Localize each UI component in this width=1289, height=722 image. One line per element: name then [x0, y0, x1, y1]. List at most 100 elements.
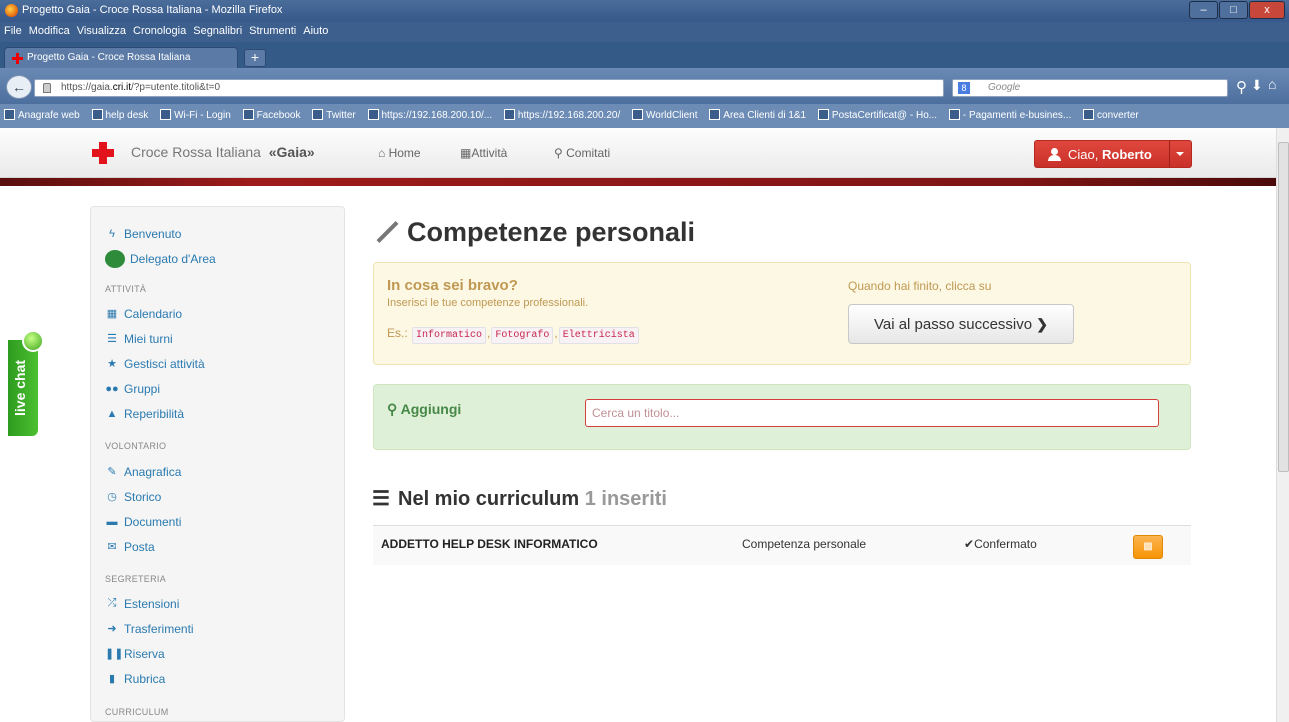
bookmark-help-desk[interactable]: help desk — [88, 104, 154, 121]
home-icon: ⌂ — [378, 146, 386, 160]
delegate-avatar-icon — [105, 249, 125, 268]
tab-label: Progetto Gaia - Croce Rossa Italiana — [27, 52, 191, 63]
bookmark-area-clienti[interactable]: Area Clienti di 1&1 — [705, 104, 811, 121]
nav-comitati[interactable]: ⚲ Comitati — [554, 146, 610, 160]
sidebar-item-delegato[interactable]: Delegato d'Area — [105, 246, 216, 271]
bookmark-label: https://192.168.200.10/... — [381, 110, 493, 121]
menu-bar: File Modifica Visualizza Cronologia Segnalib… — [0, 22, 1289, 42]
red-cross-logo[interactable] — [92, 142, 114, 164]
sidebar-item-calendario[interactable]: ▦ Calendario — [105, 301, 182, 326]
magic-wand-icon — [372, 218, 398, 244]
curriculum-title: Nel mio curriculum — [398, 488, 580, 510]
curriculum-heading: ☰ Nel mio curriculum 1 inseriti — [372, 486, 667, 511]
sidebar-item-miei-turni[interactable]: ☰ Miei turni — [105, 326, 173, 351]
bookmark-icon — [91, 109, 103, 120]
sidebar-item-benvenuto[interactable]: ϟ Benvenuto — [105, 221, 181, 246]
info-panel: In cosa sei bravo? Inserisci le tue comp… — [373, 262, 1191, 365]
maximize-button[interactable]: □ — [1219, 1, 1248, 19]
search-box[interactable]: 8 Google — [952, 79, 1228, 97]
close-button[interactable]: x — [1249, 1, 1285, 19]
live-chat-tab[interactable]: live chat — [8, 330, 44, 436]
bookmark-pagamenti[interactable]: - Pagamenti e-busines... — [945, 104, 1076, 121]
page-scrollbar[interactable] — [1276, 128, 1289, 722]
sidebar-item-documenti[interactable]: ▬ Documenti — [105, 509, 182, 534]
sidebar-item-anagrafica[interactable]: ✎ Anagrafica — [105, 459, 181, 484]
bookmark-wifi-login[interactable]: Wi-Fi - Login — [156, 104, 236, 121]
list-icon: ☰ — [372, 488, 390, 510]
sidebar-item-riserva[interactable]: ❚❚ Riserva — [105, 641, 165, 666]
sidebar-item-gruppi[interactable]: ●● Gruppi — [105, 376, 160, 401]
bookmark-192-20[interactable]: https://192.168.200.20/ — [500, 104, 625, 121]
delete-button[interactable]: ▩ — [1133, 535, 1163, 559]
menu-cronologia[interactable]: Cronologia — [129, 22, 189, 37]
live-chat-label: live chat — [12, 359, 28, 416]
site-brand[interactable]: Croce Rossa Italiana «Gaia» — [131, 144, 315, 160]
user-menu-button[interactable]: Ciao, Roberto — [1034, 140, 1192, 168]
sidebar-item-storico[interactable]: ◷ Storico — [105, 484, 161, 509]
menu-visualizza[interactable]: Visualizza — [73, 22, 129, 37]
sidebar-item-trasferimenti[interactable]: ➜ Trasferimenti — [105, 616, 193, 641]
tab-gaia[interactable]: Progetto Gaia - Croce Rossa Italiana — [4, 47, 238, 68]
search-icon[interactable]: ⚲ — [1236, 78, 1247, 96]
list-icon: ☰ — [107, 333, 117, 345]
scrollbar-thumb[interactable] — [1278, 142, 1289, 472]
menu-aiuto[interactable]: Aiuto — [299, 22, 331, 37]
pause-icon: ❚❚ — [105, 648, 124, 660]
menu-file[interactable]: File — [0, 22, 25, 37]
bookmark-label: Wi-Fi - Login — [174, 110, 231, 121]
map-marker-icon: ⚲ — [554, 146, 563, 160]
bookmark-label: converter — [1097, 110, 1139, 121]
back-button[interactable]: ← — [6, 75, 32, 99]
sidebar-item-rubrica[interactable]: ▮ Rubrica — [105, 666, 165, 691]
sidebar-item-label: Posta — [124, 539, 155, 554]
sidebar-item-estensioni[interactable]: ⤮ Estensioni — [105, 591, 180, 616]
example-tag: Fotografo — [491, 327, 554, 344]
bookmark-worldclient[interactable]: WorldClient — [628, 104, 703, 121]
home-icon[interactable]: ⌂ — [1268, 76, 1276, 92]
bookmark-facebook[interactable]: Facebook — [239, 104, 306, 121]
nav-attivita[interactable]: ▦Attività — [460, 146, 507, 160]
bookmark-icon — [4, 109, 15, 120]
menu-modifica[interactable]: Modifica — [25, 22, 73, 37]
calendar-icon: ▦ — [106, 308, 118, 320]
bookmark-posta-certificata[interactable]: PostaCertificat@ - Ho... — [814, 104, 942, 121]
menu-strumenti[interactable]: Strumenti — [245, 22, 299, 37]
sidebar-item-label: Miei turni — [124, 331, 173, 346]
sidebar-item-posta[interactable]: ✉ Posta — [105, 534, 155, 559]
sidebar-item-gestisci-attivita[interactable]: ★ Gestisci attività — [105, 351, 205, 376]
bookmark-icon — [160, 109, 172, 120]
bookmark-converter[interactable]: converter — [1079, 104, 1144, 121]
nav-comitati-label: Comitati — [566, 146, 611, 160]
bookmark-icon — [503, 109, 515, 120]
next-step-label: Vai al passo successivo — [873, 316, 1033, 333]
info-subtitle: Inserisci le tue competenze professional… — [387, 297, 589, 309]
sidebar-item-label: Gruppi — [124, 381, 161, 396]
title-search-input[interactable] — [585, 399, 1159, 427]
url-bar[interactable]: https://gaia.cri.it/?p=utente.titoli&t=0 — [34, 79, 944, 97]
next-step-button[interactable]: Vai al passo successivo ❯ — [848, 304, 1074, 344]
sidebar-item-reperibilita[interactable]: ▲ Reperibilità — [105, 401, 184, 426]
sidebar-item-label: Storico — [124, 489, 162, 504]
url-path: /?p=utente.titoli&t=0 — [131, 82, 221, 93]
sidebar-item-label: Rubrica — [124, 671, 166, 686]
bookmark-192-10[interactable]: https://192.168.200.10/... — [364, 104, 498, 121]
examples-line: Es.: Informatico, Fotografo, Elettricista — [387, 326, 640, 344]
thumbs-up-icon: ▲ — [106, 407, 118, 420]
bookmark-label: help desk — [105, 110, 149, 121]
sidebar-heading-attivita: ATTIVITÀ — [105, 284, 147, 294]
check-icon: ✔ — [964, 537, 975, 551]
bookmark-icon — [709, 109, 721, 120]
shuffle-icon: ⤮ — [107, 597, 117, 609]
window-title: Progetto Gaia - Croce Rossa Italiana - M… — [22, 4, 283, 16]
new-tab-button[interactable]: + — [244, 49, 266, 67]
sidebar-item-label: Documenti — [124, 514, 182, 529]
chevron-down-icon[interactable] — [1176, 152, 1184, 156]
bookmark-anagrafe-web[interactable]: Anagrafe web — [0, 104, 85, 121]
bookmark-twitter[interactable]: Twitter — [308, 104, 360, 121]
nav-home[interactable]: ⌂ Home — [378, 146, 421, 160]
minimize-button[interactable]: – — [1189, 1, 1218, 19]
download-icon[interactable]: ⬇ — [1251, 77, 1263, 94]
group-icon: ●● — [105, 382, 119, 395]
bookmark-icon — [1083, 109, 1095, 120]
menu-segnalibri[interactable]: Segnalibri — [189, 22, 245, 37]
